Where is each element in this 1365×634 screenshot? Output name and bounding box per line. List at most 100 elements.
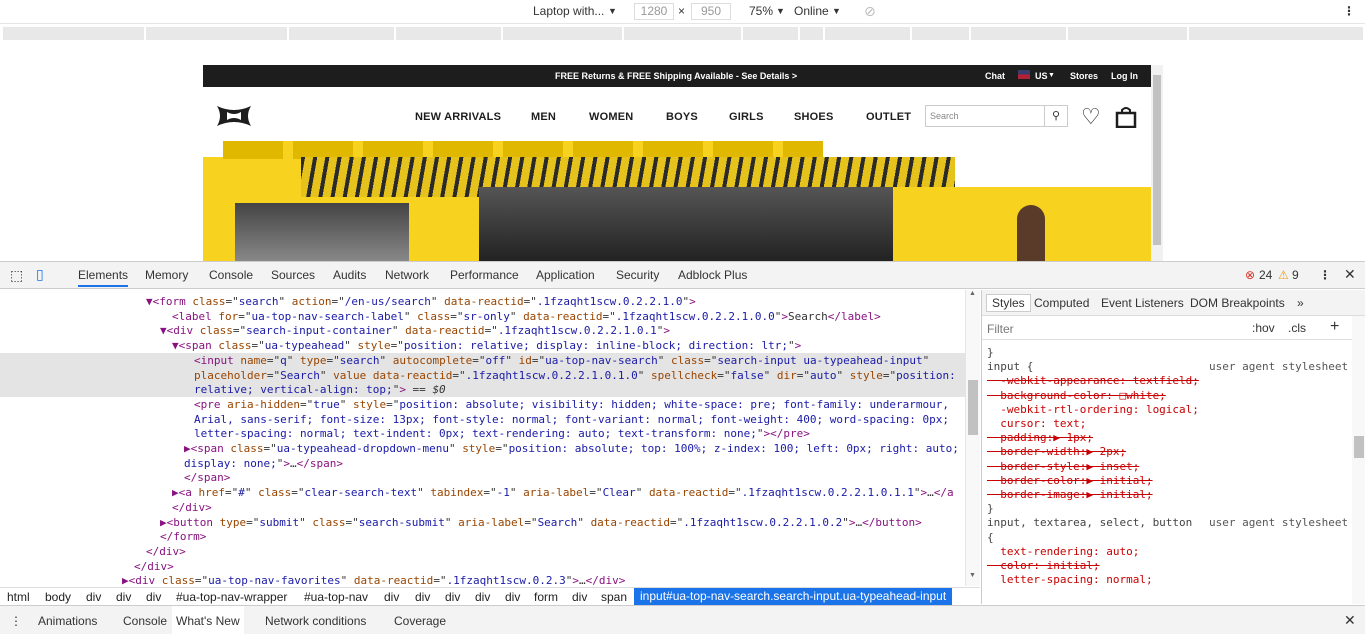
styles-scrollbar[interactable] — [1352, 316, 1365, 604]
drawer-tab-console[interactable]: Console — [123, 614, 167, 628]
dom-node-line[interactable]: </form> — [0, 529, 965, 544]
site-search-field[interactable]: Search ⚲ — [925, 105, 1068, 127]
breadcrumb-item[interactable]: div — [116, 590, 131, 604]
css-rule-line[interactable]: text-rendering: auto; — [987, 545, 1139, 559]
dom-node-line[interactable]: </span> — [0, 470, 965, 485]
breadcrumb-item[interactable]: body — [45, 590, 71, 604]
height-input[interactable]: 950 — [691, 3, 731, 20]
tab-sources[interactable]: Sources — [271, 268, 315, 282]
tab-performance[interactable]: Performance — [450, 268, 519, 282]
device-select[interactable]: Laptop with... — [533, 4, 604, 18]
drawer-tab-network-conditions[interactable]: Network conditions — [265, 614, 366, 628]
breadcrumb-item[interactable]: #ua-top-nav — [304, 590, 368, 604]
nav-new-arrivals[interactable]: NEW ARRIVALS — [415, 111, 501, 123]
tab-network[interactable]: Network — [385, 268, 429, 282]
drawer-menu-icon[interactable]: ⋮ — [10, 614, 22, 628]
dom-node-line[interactable]: ▶<div class="ua-top-nav-favorites" data-… — [0, 573, 965, 586]
css-rule-line[interactable]: input {user agent stylesheet — [987, 360, 1348, 374]
breadcrumb-item[interactable]: div — [572, 590, 587, 604]
inspect-icon[interactable]: ⬚ — [10, 267, 23, 284]
width-input[interactable]: 1280 — [634, 3, 674, 20]
css-rule-line[interactable]: letter-spacing: normal; — [987, 573, 1152, 587]
rotate-icon[interactable]: ⊘ — [864, 3, 876, 20]
breadcrumb-item[interactable]: div — [384, 590, 399, 604]
breadcrumb-item[interactable]: div — [415, 590, 430, 604]
cls-button[interactable]: .cls — [1288, 321, 1306, 335]
zoom-select[interactable]: 75% — [749, 4, 773, 18]
error-count[interactable]: 24 — [1259, 268, 1272, 282]
drawer-tab-whats-new[interactable]: What's New — [172, 606, 244, 634]
shopping-bag-icon[interactable] — [1115, 106, 1137, 128]
chevron-down-icon[interactable]: ▼ — [832, 6, 841, 16]
close-drawer-icon[interactable]: ✕ — [1344, 612, 1356, 629]
styles-filter[interactable]: Filter :hov .cls + — [982, 316, 1352, 340]
tab-dom-breakpoints[interactable]: DOM Breakpoints — [1190, 296, 1285, 310]
dom-node-line[interactable]: ▶<button type="submit" class="search-sub… — [0, 515, 965, 530]
error-icon[interactable]: ⊗ — [1245, 268, 1255, 282]
locale-link[interactable]: US — [1035, 71, 1048, 81]
tab-memory[interactable]: Memory — [145, 268, 188, 282]
tab-audits[interactable]: Audits — [333, 268, 366, 282]
tab-computed[interactable]: Computed — [1034, 296, 1089, 310]
dom-node-line[interactable]: display: none;">…</span> — [0, 456, 965, 471]
breadcrumb-item[interactable]: span — [601, 590, 627, 604]
devtools-menu-icon[interactable]: ⋮ — [1319, 268, 1331, 282]
css-rule-line[interactable]: border-width:▶ 2px; — [987, 445, 1126, 459]
nav-boys[interactable]: BOYS — [666, 111, 698, 123]
dom-node-line[interactable]: </div> — [0, 559, 965, 574]
css-rule-line[interactable]: border-color:▶ initial; — [987, 474, 1152, 488]
breadcrumb-item[interactable]: div — [505, 590, 520, 604]
site-scrollbar[interactable] — [1151, 65, 1163, 261]
hero-banner[interactable] — [203, 141, 1151, 261]
dom-node-line[interactable]: </div> — [0, 544, 965, 559]
dom-node-line[interactable]: relative; vertical-align: top;"> == $0 — [0, 382, 965, 398]
css-rule-line[interactable]: border-image:▶ initial; — [987, 488, 1152, 502]
search-icon[interactable]: ⚲ — [1044, 106, 1067, 126]
device-toggle-icon[interactable]: ▯ — [36, 266, 44, 283]
heart-icon[interactable]: ♡ — [1081, 106, 1101, 128]
tab-styles[interactable]: Styles — [986, 294, 1031, 312]
login-link[interactable]: Log In — [1111, 71, 1138, 81]
css-rule-line[interactable]: input, textarea, select, button user agen… — [987, 516, 1348, 530]
dom-node-line[interactable]: ▼<form class="search" action="/en-us/sea… — [0, 294, 965, 309]
dom-node-line[interactable]: placeholder="Search" value data-reactid=… — [0, 367, 965, 383]
breadcrumb-item[interactable]: div — [475, 590, 490, 604]
tab-event-listeners[interactable]: Event Listeners — [1101, 296, 1184, 310]
tab-application[interactable]: Application — [536, 268, 595, 282]
css-rule-line[interactable]: color: initial; — [987, 559, 1099, 573]
drawer-tab-animations[interactable]: Animations — [38, 614, 97, 628]
more-tabs-icon[interactable]: » — [1297, 296, 1304, 310]
filter-input[interactable]: Filter — [987, 322, 1014, 336]
breadcrumb-item[interactable]: div — [445, 590, 460, 604]
more-menu-icon[interactable]: ⋮ — [1343, 4, 1355, 18]
dom-node-line[interactable]: ▼<span class="ua-typeahead" style="posit… — [0, 338, 965, 353]
nav-outlet[interactable]: OUTLET — [866, 111, 911, 123]
hov-button[interactable]: :hov — [1252, 321, 1275, 335]
add-rule-icon[interactable]: + — [1330, 318, 1339, 336]
nav-girls[interactable]: GIRLS — [729, 111, 764, 123]
dom-node-line[interactable]: ▶<a href="#" class="clear-search-text" t… — [0, 485, 965, 500]
nav-women[interactable]: WOMEN — [589, 111, 633, 123]
css-rule-line[interactable]: { — [987, 531, 994, 545]
dom-node-line[interactable]: <pre aria-hidden="true" style="position:… — [0, 397, 965, 412]
chevron-down-icon[interactable]: ▼ — [608, 6, 617, 16]
css-rule-line[interactable]: -webkit-rtl-ordering: logical; — [987, 403, 1199, 417]
css-rule-line[interactable]: cursor: text; — [987, 417, 1086, 431]
tab-adblock-plus[interactable]: Adblock Plus — [678, 268, 747, 282]
promo-text[interactable]: FREE Returns & FREE Shipping Available -… — [555, 71, 797, 81]
breadcrumb-item-selected[interactable]: input#ua-top-nav-search.search-input.ua-… — [634, 588, 953, 605]
dom-node-line[interactable]: </div> — [0, 500, 965, 515]
css-rule-line[interactable]: border-style:▶ inset; — [987, 460, 1139, 474]
dom-node-line[interactable]: ▼<div class="search-input-container" dat… — [0, 323, 965, 338]
tab-console[interactable]: Console — [209, 268, 253, 282]
nav-men[interactable]: MEN — [531, 111, 556, 123]
dom-tree-scrollbar[interactable]: ▲ ▼ — [965, 290, 980, 586]
css-rule-line[interactable]: -webkit-appearance: textfield; — [987, 374, 1199, 388]
close-icon[interactable]: ✕ — [1344, 266, 1356, 283]
css-rule-line[interactable]: background-color: □white; — [987, 389, 1166, 403]
chevron-down-icon[interactable]: ▼ — [776, 6, 785, 16]
chat-link[interactable]: Chat — [985, 71, 1005, 81]
dom-node-line[interactable]: letter-spacing: normal; text-indent: 0px… — [0, 426, 965, 441]
warning-icon[interactable]: ⚠ — [1278, 268, 1289, 282]
drawer-tab-coverage[interactable]: Coverage — [394, 614, 446, 628]
